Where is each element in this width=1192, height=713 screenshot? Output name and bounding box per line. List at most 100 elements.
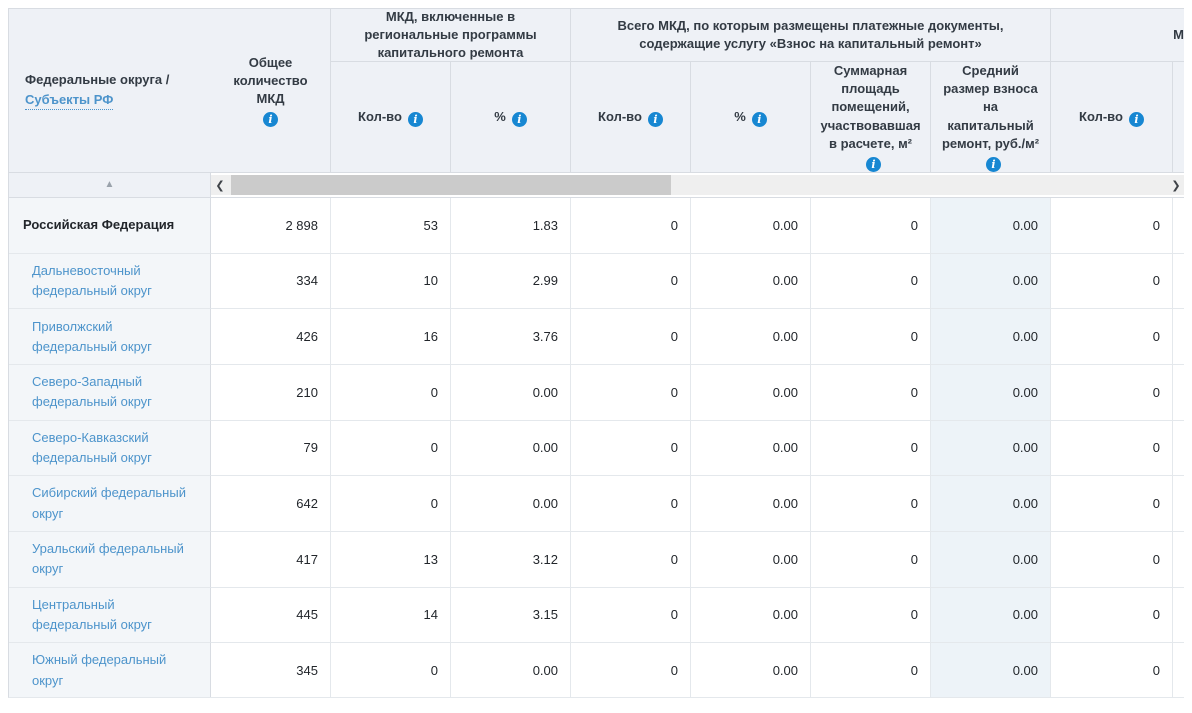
cell-regional-count: 10 — [331, 254, 451, 310]
cell-total-mkd: 334 — [211, 254, 331, 310]
info-icon[interactable]: i — [752, 112, 767, 127]
cell-paydoc-percent: 0.00 — [691, 421, 811, 477]
cell-extra-count: 0 — [1051, 198, 1173, 254]
cell-extra-count: 0 — [1051, 643, 1173, 698]
horizontal-scrollbar[interactable]: ❮ ❯ — [211, 175, 1184, 195]
table-row-label: Российская Федерация — [9, 198, 211, 254]
cell-paydoc-count: 0 — [571, 643, 691, 698]
cell-paydoc-percent: 0.00 — [691, 643, 811, 698]
regions-header-label: Федеральные округа / — [25, 72, 169, 87]
cell-avg-contribution: 0.00 — [931, 643, 1051, 698]
district-link[interactable]: Северо-Западный федеральный округ — [23, 372, 200, 412]
info-icon[interactable]: i — [408, 112, 423, 127]
info-icon[interactable]: i — [648, 112, 663, 127]
scroll-left-icon[interactable]: ❮ — [211, 175, 229, 195]
cell-paydoc-percent: 0.00 — [691, 309, 811, 365]
column-header-count-clipped-group: Кол-во i — [1051, 62, 1173, 173]
cell-extra-count: 0 — [1051, 588, 1173, 644]
cell-regional-count: 0 — [331, 643, 451, 698]
cell-total-area: 0 — [811, 476, 931, 532]
cell-avg-contribution: 0.00 — [931, 254, 1051, 310]
header-group-payment-documents: Всего МКД, по которым размещены платежны… — [571, 9, 1051, 62]
total-mkd-label: Общее количество МКД — [220, 54, 321, 109]
district-link[interactable]: Южный федеральный округ — [23, 650, 200, 690]
cell-paydoc-percent: 0.00 — [691, 365, 811, 421]
cell-paydoc-count: 0 — [571, 198, 691, 254]
cell-regional-percent: 0.00 — [451, 476, 571, 532]
cell-regional-percent: 0.00 — [451, 365, 571, 421]
cell-extra-count: 0 — [1051, 532, 1173, 588]
cell-avg-contribution: 0.00 — [931, 198, 1051, 254]
table-row-label: Сибирский федеральный округ — [9, 476, 211, 532]
cell-clipped — [1173, 421, 1184, 477]
table-row-label: Северо-Кавказский федеральный округ — [9, 421, 211, 477]
info-icon[interactable]: i — [512, 112, 527, 127]
group-label: М — [1173, 26, 1184, 44]
info-icon[interactable]: i — [263, 112, 278, 127]
cell-regional-count: 0 — [331, 365, 451, 421]
cell-regional-percent: 0.00 — [451, 421, 571, 477]
table-grid: Федеральные округа / Субъекты РФ Общее к… — [9, 9, 1184, 698]
scrollbar-thumb[interactable] — [231, 175, 671, 195]
table-row-label: Уральский федеральный округ — [9, 532, 211, 588]
cell-regional-count: 0 — [331, 421, 451, 477]
cell-clipped — [1173, 476, 1184, 532]
table-row-label: Северо-Западный федеральный округ — [9, 365, 211, 421]
district-link[interactable]: Дальневосточный федеральный округ — [23, 261, 200, 301]
cell-paydoc-count: 0 — [571, 532, 691, 588]
table-row-label: Приволжский федеральный округ — [9, 309, 211, 365]
cell-regional-count: 0 — [331, 476, 451, 532]
district-link[interactable]: Уральский федеральный округ — [23, 539, 200, 579]
column-header-regional-percent: %i — [451, 62, 571, 173]
cell-avg-contribution: 0.00 — [931, 365, 1051, 421]
district-link[interactable]: Центральный федеральный округ — [23, 595, 200, 635]
group-label: Всего МКД, по которым размещены платежны… — [580, 17, 1041, 53]
subjects-rf-link[interactable]: Субъекты РФ — [25, 92, 113, 109]
info-icon[interactable]: i — [1129, 112, 1144, 127]
cell-paydoc-count: 0 — [571, 365, 691, 421]
subheader-label: Кол-во — [1079, 109, 1123, 124]
district-link[interactable]: Сибирский федеральный округ — [23, 483, 200, 523]
cell-paydoc-count: 0 — [571, 588, 691, 644]
cell-regional-count: 14 — [331, 588, 451, 644]
subheader-label: Кол-во — [598, 109, 642, 124]
cell-clipped — [1173, 532, 1184, 588]
district-link[interactable]: Северо-Кавказский федеральный округ — [23, 428, 200, 468]
cell-regional-percent: 1.83 — [451, 198, 571, 254]
column-header-paydoc-count: Кол-во i — [571, 62, 691, 173]
cell-extra-count: 0 — [1051, 421, 1173, 477]
scrollbar-track[interactable] — [229, 175, 1167, 195]
scroll-right-icon[interactable]: ❯ — [1167, 175, 1184, 195]
cell-clipped — [1173, 365, 1184, 421]
info-icon[interactable]: i — [986, 157, 1001, 172]
cell-regional-count: 13 — [331, 532, 451, 588]
table-row-label: Южный федеральный округ — [9, 643, 211, 698]
cell-extra-count: 0 — [1051, 254, 1173, 310]
cell-extra-count: 0 — [1051, 476, 1173, 532]
cell-total-mkd: 79 — [211, 421, 331, 477]
cell-paydoc-percent: 0.00 — [691, 588, 811, 644]
cell-total-area: 0 — [811, 421, 931, 477]
header-group-clipped: М — [1051, 9, 1184, 62]
header-group-regional-programs: МКД, включенные в региональные программы… — [331, 9, 571, 62]
district-link[interactable]: Приволжский федеральный округ — [23, 317, 200, 357]
capital-repair-table: Федеральные округа / Субъекты РФ Общее к… — [8, 8, 1184, 698]
cell-regional-percent: 3.15 — [451, 588, 571, 644]
cell-paydoc-percent: 0.00 — [691, 254, 811, 310]
cell-clipped — [1173, 198, 1184, 254]
cell-avg-contribution: 0.00 — [931, 476, 1051, 532]
column-header-total-area: Суммарная площадь помещений, участвовавш… — [811, 62, 931, 173]
info-icon[interactable]: i — [866, 157, 881, 172]
column-header-paydoc-percent: %i — [691, 62, 811, 173]
cell-clipped — [1173, 254, 1184, 310]
table-row-label: Центральный федеральный округ — [9, 588, 211, 644]
subheader-label: % — [734, 109, 746, 124]
cell-total-area: 0 — [811, 365, 931, 421]
table-row-label: Дальневосточный федеральный округ — [9, 254, 211, 310]
cell-total-area: 0 — [811, 198, 931, 254]
column-header-total-mkd: Общее количество МКД i — [211, 9, 331, 173]
sort-asc-icon[interactable]: ▲ — [105, 180, 115, 190]
cell-regional-percent: 3.12 — [451, 532, 571, 588]
cell-paydoc-count: 0 — [571, 254, 691, 310]
cell-extra-count: 0 — [1051, 309, 1173, 365]
